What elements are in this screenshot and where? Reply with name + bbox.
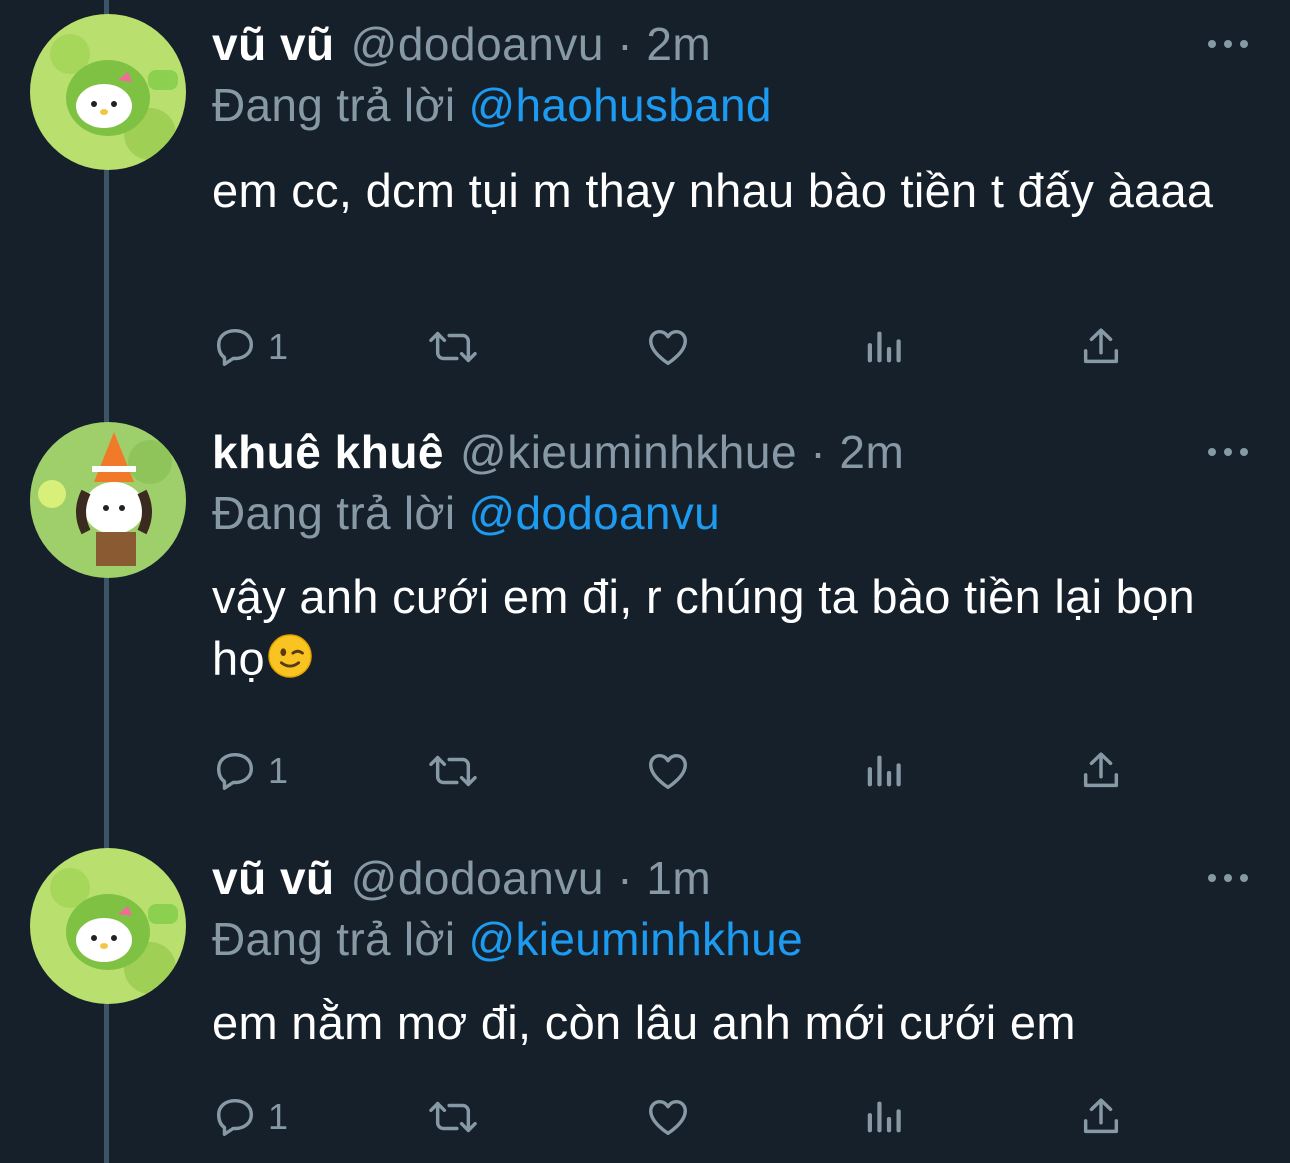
more-icon[interactable] [1208,868,1248,888]
avatar[interactable] [30,848,186,1004]
handle-and-time[interactable]: @dodoanvu · 2m [351,17,712,71]
tweet-text-content: vậy anh cưới em đi, r chúng ta bào tiền … [212,570,1195,685]
retweet-icon [429,331,477,363]
reply-to-handle[interactable]: @dodoanvu [469,487,720,539]
tweet-header: vũ vũ @dodoanvu · 2m [212,14,711,74]
share-icon [1083,752,1119,788]
tweet-text: em nằm mơ đi, còn lâu anh mới cưới em [212,996,1076,1049]
reply-prefix: Đang trả lời [212,79,456,131]
retweet-button[interactable] [426,1092,480,1142]
like-button[interactable] [644,322,692,372]
analytics-icon [867,755,901,787]
more-icon[interactable] [1208,442,1248,462]
share-button[interactable] [1078,322,1124,372]
retweet-button[interactable] [426,322,480,372]
views-button[interactable] [862,746,908,796]
avatar[interactable] [30,14,186,170]
heart-icon [649,329,687,366]
replying-to: Đang trả lời @dodoanvu [212,486,720,540]
share-icon [1083,328,1119,364]
more-icon[interactable] [1208,34,1248,54]
reply-icon [216,328,254,366]
action-bar: 1 [212,746,1132,796]
heart-icon [649,1099,687,1136]
heart-icon [649,753,687,790]
tweet-text: em cc, dcm tụi m thay nhau bào tiền t đấ… [212,164,1214,217]
display-name[interactable]: vũ vũ [212,17,335,71]
action-bar: 1 [212,1092,1132,1142]
handle-and-time[interactable]: @kieuminhkhue · 2m [460,425,904,479]
analytics-icon [867,1101,901,1133]
share-button[interactable] [1078,1092,1124,1142]
tweet-header: vũ vũ @dodoanvu · 1m [212,848,711,908]
handle-and-time[interactable]: @dodoanvu · 1m [351,851,712,905]
reply-prefix: Đang trả lời [212,913,456,965]
tweet-text: vậy anh cưới em đi, r chúng ta bào tiền … [212,566,1252,690]
display-name[interactable]: vũ vũ [212,851,335,905]
reply-to-handle[interactable]: @kieuminhkhue [469,913,803,965]
views-button[interactable] [862,1092,908,1142]
action-bar: 1 [212,322,1132,372]
like-button[interactable] [644,746,692,796]
reply-count: 1 [268,1096,289,1137]
reply-icon [216,752,254,790]
reply-button[interactable]: 1 [212,1092,288,1142]
reply-to-handle[interactable]: @haohusband [469,79,772,131]
share-button[interactable] [1078,746,1124,796]
retweet-icon [429,755,477,787]
replying-to: Đang trả lời @haohusband [212,78,772,132]
winking-face-emoji-icon [268,634,312,678]
reply-button[interactable]: 1 [212,322,288,372]
tweet-header: khuê khuê @kieuminhkhue · 2m [212,422,904,482]
reply-count: 1 [268,326,289,367]
replying-to: Đang trả lời @kieuminhkhue [212,912,803,966]
retweet-icon [429,1101,477,1133]
reply-icon [216,1098,254,1136]
analytics-icon [867,331,901,363]
share-icon [1083,1098,1119,1134]
views-button[interactable] [862,322,908,372]
like-button[interactable] [644,1092,692,1142]
reply-prefix: Đang trả lời [212,487,456,539]
avatar[interactable] [30,422,186,578]
display-name[interactable]: khuê khuê [212,425,444,479]
reply-button[interactable]: 1 [212,746,288,796]
reply-count: 1 [268,750,289,791]
retweet-button[interactable] [426,746,480,796]
